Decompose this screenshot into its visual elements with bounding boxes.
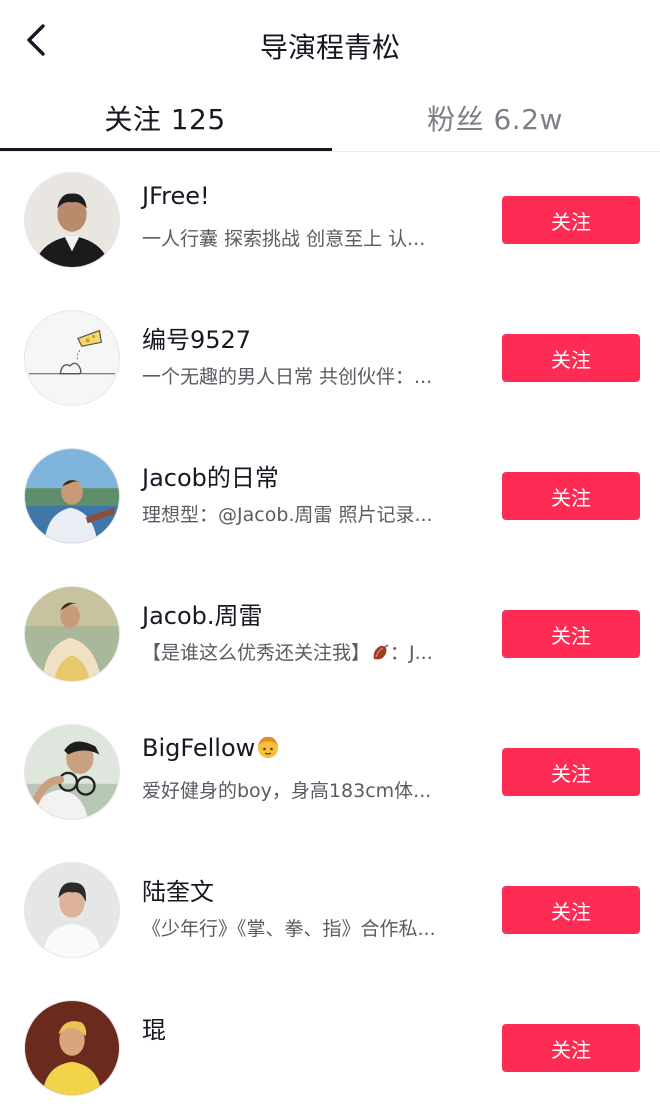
list-item[interactable]: Jacob.周雷 【是谁这么优秀还关注我】 ：J... 关注	[0, 566, 660, 704]
user-name: 编号9527	[142, 326, 252, 354]
list-item[interactable]: BigFellow 爱好健身的boy，身高183cm体... 关注	[0, 704, 660, 842]
person-emoji-icon	[258, 736, 279, 758]
follow-button[interactable]: 关注	[502, 748, 640, 796]
follow-button[interactable]: 关注	[502, 886, 640, 934]
user-name: JFree!	[142, 182, 210, 210]
list-item[interactable]: JFree! 一人行囊 探索挑战 创意至上 认... 关注	[0, 152, 660, 290]
top-bar: 导演程青松	[0, 0, 660, 82]
avatar[interactable]	[24, 586, 120, 682]
user-name: Jacob的日常	[142, 464, 279, 492]
avatar[interactable]	[24, 862, 120, 958]
user-bio: 【是谁这么优秀还关注我】 ：J...	[142, 642, 433, 664]
following-list: JFree! 一人行囊 探索挑战 创意至上 认... 关注 编号9527 一个无…	[0, 152, 660, 1118]
follow-button[interactable]: 关注	[502, 1024, 640, 1072]
user-bio: 一个无趣的男人日常 共创伙伴：...	[142, 366, 433, 388]
avatar[interactable]	[24, 1000, 120, 1096]
avatar[interactable]	[24, 172, 120, 268]
user-name: Jacob.周雷	[142, 602, 263, 630]
avatar[interactable]	[24, 448, 120, 544]
tab-following[interactable]: 关注 125	[0, 82, 330, 154]
user-name: BigFellow	[142, 734, 281, 762]
list-item[interactable]: 陆奎文 《少年行》《掌、拳、指》合作私... 关注	[0, 842, 660, 980]
tab-followers[interactable]: 粉丝 6.2w	[330, 82, 660, 154]
user-bio: 《少年行》《掌、拳、指》合作私...	[142, 918, 436, 940]
avatar[interactable]	[24, 310, 120, 406]
list-item[interactable]: 编号9527 一个无趣的男人日常 共创伙伴：... 关注	[0, 290, 660, 428]
follow-button[interactable]: 关注	[502, 196, 640, 244]
page-title: 导演程青松	[259, 31, 400, 64]
sweet-potato-icon	[373, 644, 389, 660]
list-item[interactable]: Jacob的日常 理想型：@Jacob.周雷 照片记录... 关注	[0, 428, 660, 566]
user-bio: 理想型：@Jacob.周雷 照片记录...	[142, 504, 433, 526]
follow-button[interactable]: 关注	[502, 610, 640, 658]
user-bio: 爱好健身的boy，身高183cm体...	[142, 780, 432, 802]
tab-bar: 关注 125 粉丝 6.2w	[0, 82, 660, 154]
user-name: 陆奎文	[142, 878, 214, 906]
user-bio: 一人行囊 探索挑战 创意至上 认...	[142, 228, 426, 250]
user-name: 琨	[142, 1016, 166, 1044]
avatar[interactable]	[24, 724, 120, 820]
follow-button[interactable]: 关注	[502, 472, 640, 520]
follow-button[interactable]: 关注	[502, 334, 640, 382]
list-item[interactable]: 琨 关注	[0, 980, 660, 1118]
